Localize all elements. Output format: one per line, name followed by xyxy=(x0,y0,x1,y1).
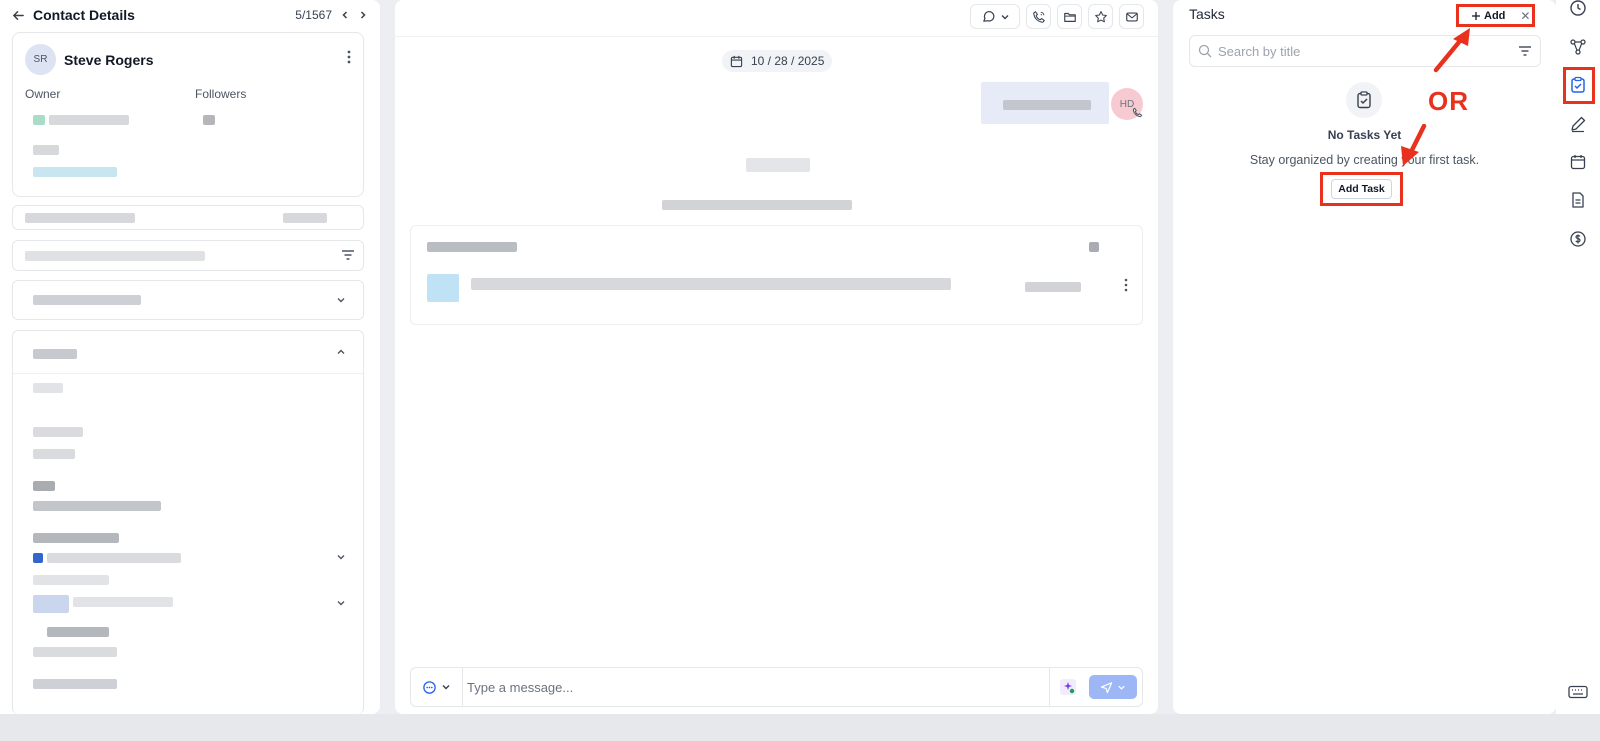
expanded-section xyxy=(12,330,364,714)
chevron-up-icon[interactable] xyxy=(335,346,347,358)
date-pill: 10 / 28 / 2025 xyxy=(722,50,833,72)
email-button[interactable] xyxy=(1119,4,1144,29)
mail-icon xyxy=(1125,10,1139,24)
message-input[interactable] xyxy=(467,668,1027,706)
field-redacted xyxy=(33,145,59,155)
ai-assist-button[interactable] xyxy=(1049,668,1085,706)
star-icon xyxy=(1094,10,1108,24)
folder-icon xyxy=(1063,10,1077,24)
more-options-icon[interactable] xyxy=(1124,278,1128,292)
chevron-right-icon[interactable] xyxy=(358,10,368,20)
chevron-down-icon xyxy=(1000,12,1010,22)
search-placeholder: Search by title xyxy=(1218,43,1301,59)
sparkle-icon xyxy=(1059,678,1077,696)
call-button[interactable] xyxy=(1026,4,1051,29)
field-redacted xyxy=(33,167,117,177)
more-options-icon[interactable] xyxy=(347,50,351,64)
channel-select-button[interactable] xyxy=(970,4,1020,29)
owner-label: Owner xyxy=(25,87,61,101)
close-icon[interactable]: ✕ xyxy=(1520,9,1530,23)
add-label: Add xyxy=(1484,9,1506,22)
add-task-header-button[interactable]: Add ✕ xyxy=(1456,4,1535,27)
plus-icon xyxy=(1471,11,1481,21)
tasks-title: Tasks xyxy=(1189,6,1225,22)
search-icon xyxy=(1198,44,1212,58)
add-task-highlight: Add Task xyxy=(1320,172,1403,206)
chevron-down-icon[interactable] xyxy=(335,551,347,563)
activity-card xyxy=(410,225,1143,325)
contact-details-header: Contact Details 5/1567 xyxy=(12,4,368,26)
dollar-icon[interactable] xyxy=(1566,227,1590,251)
filter-icon[interactable] xyxy=(341,249,355,261)
message-text-redacted xyxy=(1003,100,1091,110)
workflow-icon[interactable] xyxy=(1566,35,1590,59)
bottom-strip xyxy=(0,714,1600,741)
followers-label: Followers xyxy=(195,87,247,101)
chevron-down-icon[interactable] xyxy=(335,597,347,609)
add-task-button[interactable]: Add Task xyxy=(1331,179,1392,199)
activity-redacted xyxy=(746,158,810,172)
avatar: SR xyxy=(25,44,56,75)
back-arrow-icon[interactable] xyxy=(12,9,25,22)
chevron-left-icon[interactable] xyxy=(340,10,350,20)
send-button[interactable] xyxy=(1089,675,1137,699)
conversation-date: 10 / 28 / 2025 xyxy=(751,54,825,68)
redacted-row[interactable] xyxy=(12,205,364,230)
filter-icon[interactable] xyxy=(1518,45,1532,57)
message-composer xyxy=(410,667,1143,707)
calendar-icon[interactable] xyxy=(1566,150,1590,174)
panel-title: Contact Details xyxy=(33,7,135,23)
pager-count: 5/1567 xyxy=(295,8,332,22)
send-icon xyxy=(1100,681,1113,694)
chat-bubble-icon xyxy=(422,680,437,695)
empty-state-title: No Tasks Yet xyxy=(1327,128,1402,142)
tasks-icon[interactable] xyxy=(1566,73,1590,97)
phone-badge-icon xyxy=(1132,107,1143,118)
contact-card: SR Steve Rogers Owner Followers xyxy=(12,32,364,197)
clock-icon[interactable] xyxy=(1566,0,1590,20)
pager: 5/1567 xyxy=(295,8,368,22)
follower-value-redacted xyxy=(203,115,215,125)
conversation-toolbar xyxy=(970,4,1144,29)
document-icon[interactable] xyxy=(1566,188,1590,212)
notes-icon[interactable] xyxy=(1566,112,1590,136)
clipboard-check-icon xyxy=(1354,90,1374,110)
phone-icon xyxy=(1032,10,1046,24)
channel-select-button[interactable] xyxy=(411,668,463,706)
contact-details-panel: Contact Details 5/1567 SR Steve Rogers O… xyxy=(0,0,380,714)
chat-bubble-icon xyxy=(981,9,996,24)
chevron-down-icon[interactable] xyxy=(335,294,347,306)
files-button[interactable] xyxy=(1057,4,1082,29)
chevron-down-icon xyxy=(441,682,451,692)
or-annotation: OR xyxy=(1428,86,1469,116)
calendar-icon xyxy=(730,55,743,68)
contact-name: Steve Rogers xyxy=(64,52,154,68)
owner-value-redacted xyxy=(49,115,129,125)
right-icon-rail xyxy=(1556,0,1600,714)
activity-redacted xyxy=(662,200,852,210)
empty-state-subtitle: Stay organized by creating your first ta… xyxy=(1249,153,1480,167)
task-search-field[interactable]: Search by title xyxy=(1189,35,1541,67)
toolbar-divider xyxy=(395,36,1158,37)
collapsed-section[interactable] xyxy=(12,280,364,320)
owner-value-redacted xyxy=(33,115,45,125)
star-button[interactable] xyxy=(1088,4,1113,29)
redacted-search-row[interactable] xyxy=(12,240,364,271)
empty-tasks-illustration xyxy=(1346,82,1382,118)
keyboard-icon[interactable] xyxy=(1566,680,1590,704)
chevron-down-icon xyxy=(1117,683,1126,692)
